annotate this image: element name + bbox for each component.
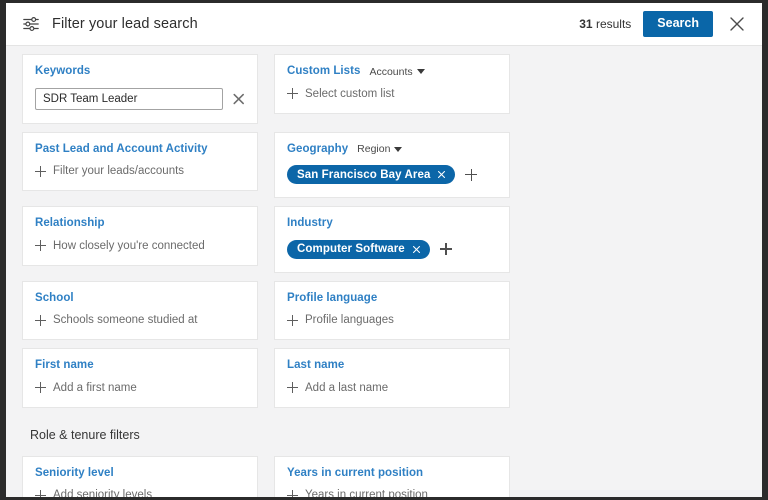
filter-scope-dropdown-custom-lists[interactable]: Accounts xyxy=(369,65,425,78)
header-actions: 31 results Search xyxy=(579,11,748,37)
keyword-input-row xyxy=(35,87,245,110)
filter-card-header: Seniority level xyxy=(35,467,245,480)
add-filter-row-first-name[interactable]: Add a first name xyxy=(35,382,245,394)
plus-icon xyxy=(35,489,46,497)
filter-card-title-past-lead-and-account-activity[interactable]: Past Lead and Account Activity xyxy=(35,143,208,156)
add-filter-label: Years in current position xyxy=(305,489,428,497)
filter-card-header: Custom Lists Accounts xyxy=(287,65,497,78)
filter-scope-dropdown-geography[interactable]: Region xyxy=(357,143,403,155)
filter-card-years-in-current-position: Years in current position Years in curren… xyxy=(274,455,510,497)
filter-card-title-relationship[interactable]: Relationship xyxy=(35,217,105,230)
add-filter-label: Add a last name xyxy=(305,381,389,394)
chevron-down-icon xyxy=(416,69,425,75)
filter-card-header: Keywords xyxy=(35,65,245,78)
filter-card-header: Relationship xyxy=(35,217,245,230)
plus-icon xyxy=(287,382,298,393)
filter-pill[interactable]: Computer Software xyxy=(287,239,430,259)
filter-pill-row: Computer Software xyxy=(287,239,497,259)
sliders-icon[interactable] xyxy=(22,15,40,33)
filter-card-header: School xyxy=(35,292,245,305)
add-filter-row-profile-language[interactable]: Profile languages xyxy=(287,314,497,326)
filter-card-past-lead-and-account-activity: Past Lead and Account Activity Filter you… xyxy=(22,131,258,191)
page-title: Filter your lead search xyxy=(52,16,198,32)
filter-card-title-profile-language[interactable]: Profile language xyxy=(287,292,377,305)
add-filter-label: How closely you're connected xyxy=(53,239,205,252)
plus-icon xyxy=(35,382,46,393)
add-filter-row-relationship[interactable]: How closely you're connected xyxy=(35,240,245,252)
filter-card-last-name: Last name Add a last name xyxy=(274,348,510,408)
filters-scroll-area[interactable]: Keywords Custom Lists Accounts Select custo… xyxy=(6,46,762,497)
filter-pill[interactable]: San Francisco Bay Area xyxy=(287,165,456,184)
add-filter-row-years-in-current-position[interactable]: Years in current position xyxy=(287,489,497,497)
filter-card-header: First name xyxy=(35,359,245,372)
add-filter-row-last-name[interactable]: Add a last name xyxy=(287,382,497,394)
clear-keywords-icon[interactable] xyxy=(232,92,245,106)
add-filter-label: Add seniority levels xyxy=(53,489,153,497)
filter-card-industry: Industry Computer Software xyxy=(274,206,510,273)
filter-pill-row: San Francisco Bay Area xyxy=(287,165,497,184)
close-icon[interactable] xyxy=(726,13,748,35)
filter-card-seniority-level: Seniority level Add seniority levels xyxy=(22,455,258,497)
filter-card-title-years-in-current-position[interactable]: Years in current position xyxy=(287,467,423,480)
filters-grid: Keywords Custom Lists Accounts Select custo… xyxy=(6,46,762,497)
filter-card-header: Geography Region xyxy=(287,143,497,156)
filter-scope-label: Accounts xyxy=(369,65,413,78)
results-count-value: 31 xyxy=(579,17,593,31)
plus-icon xyxy=(35,240,46,251)
filter-card-keywords: Keywords xyxy=(22,54,258,124)
plus-icon xyxy=(287,314,298,326)
filter-card-custom-lists: Custom Lists Accounts Select custom list xyxy=(274,54,510,114)
filter-card-title-industry[interactable]: Industry xyxy=(287,217,333,230)
add-filter-value-icon[interactable] xyxy=(465,168,478,181)
remove-pill-icon[interactable] xyxy=(412,245,421,254)
remove-pill-icon[interactable] xyxy=(437,170,446,179)
results-count-label: results xyxy=(595,17,632,31)
filter-card-title-custom-lists[interactable]: Custom Lists xyxy=(287,65,360,78)
search-button[interactable]: Search xyxy=(643,11,713,37)
add-filter-row-seniority-level[interactable]: Add seniority levels xyxy=(35,489,245,497)
filter-card-relationship: Relationship How closely you're connected xyxy=(22,206,258,266)
add-filter-label: Select custom list xyxy=(305,87,395,100)
filter-card-title-school[interactable]: School xyxy=(35,292,74,305)
plus-icon xyxy=(35,314,46,326)
panel-header: Filter your lead search 31 results Searc… xyxy=(6,3,762,46)
filter-scope-label: Region xyxy=(357,143,391,155)
filter-card-header: Profile language xyxy=(287,292,497,305)
section-heading-role-tenure: Role & tenure filters xyxy=(30,427,140,442)
filter-card-first-name: First name Add a first name xyxy=(22,348,258,408)
filter-card-title-first-name[interactable]: First name xyxy=(35,359,94,372)
plus-icon xyxy=(287,489,298,497)
filter-card-title-seniority-level[interactable]: Seniority level xyxy=(35,467,114,480)
filter-card-title-keywords[interactable]: Keywords xyxy=(35,65,90,78)
filter-pill-label: San Francisco Bay Area xyxy=(297,168,431,181)
filter-card-profile-language: Profile language Profile languages xyxy=(274,280,510,340)
filter-panel: Filter your lead search 31 results Searc… xyxy=(6,3,762,497)
filter-card-title-geography[interactable]: Geography xyxy=(287,143,348,156)
add-filter-label: Schools someone studied at xyxy=(53,314,198,326)
add-filter-row-school[interactable]: Schools someone studied at xyxy=(35,314,245,326)
filter-card-header: Past Lead and Account Activity xyxy=(35,143,245,156)
add-filter-value-icon[interactable] xyxy=(439,243,452,255)
filter-card-header: Industry xyxy=(287,217,497,230)
results-count: 31 results xyxy=(579,17,631,31)
add-filter-label: Profile languages xyxy=(305,314,394,326)
add-filter-row-custom-lists[interactable]: Select custom list xyxy=(287,88,497,100)
chevron-down-icon xyxy=(394,146,403,152)
plus-icon xyxy=(287,88,298,99)
add-filter-label: Add a first name xyxy=(53,381,137,394)
keywords-input[interactable] xyxy=(35,87,223,110)
filter-card-school: School Schools someone studied at xyxy=(22,280,258,340)
add-filter-row-past-lead-and-account-activity[interactable]: Filter your leads/accounts xyxy=(35,165,245,177)
filter-card-header: Years in current position xyxy=(287,467,497,480)
plus-icon xyxy=(35,165,46,177)
filter-card-geography: Geography Region San Francisco Bay Area xyxy=(274,131,510,198)
filter-card-header: Last name xyxy=(287,359,497,372)
filter-pill-label: Computer Software xyxy=(297,243,405,255)
filter-card-title-last-name[interactable]: Last name xyxy=(287,359,344,372)
add-filter-label: Filter your leads/accounts xyxy=(53,165,185,177)
